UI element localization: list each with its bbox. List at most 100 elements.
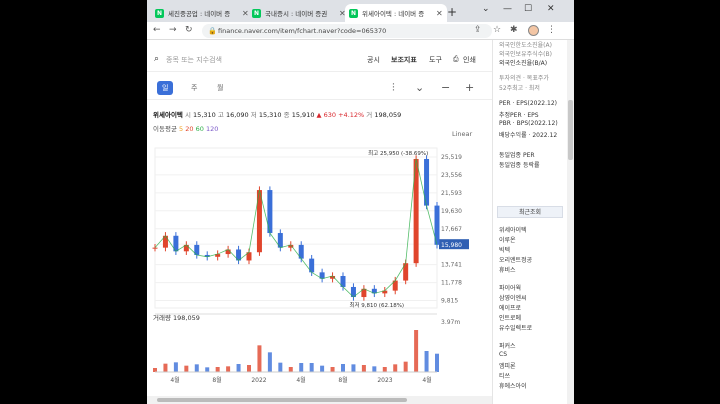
min-annotation: 최저 9,810 (62.18%) <box>349 301 404 309</box>
tools-menu[interactable]: 도구 <box>429 55 442 65</box>
recent-item[interactable]: 휴비스 <box>499 265 516 274</box>
new-tab-button[interactable]: + <box>447 5 457 19</box>
scroll-thumb[interactable] <box>568 100 573 160</box>
recent-item[interactable]: 엠피론 <box>499 361 516 370</box>
volume-bar <box>267 352 272 372</box>
zoom-out-button[interactable]: − <box>441 81 450 94</box>
print-menu[interactable]: 인쇄 <box>463 55 476 65</box>
close-window-icon[interactable]: ✕ <box>547 4 555 14</box>
url-text: finance.naver.com/item/fchart.naver?code… <box>218 27 387 35</box>
disclosure-menu[interactable]: 공시 <box>367 55 380 65</box>
zoom-in-button[interactable]: + <box>465 81 474 94</box>
close-tab-icon[interactable]: ✕ <box>436 9 443 18</box>
recent-item[interactable]: 퍼커스 <box>499 341 516 350</box>
volume-bar <box>393 364 398 372</box>
recent-item[interactable]: 에이프로 <box>499 303 521 312</box>
peer-item: 동일업종 PER <box>499 152 535 159</box>
y-tick-label: 9,815 <box>441 298 458 305</box>
y-tick-label: 15,980 <box>441 242 462 249</box>
ma20-label: 20 <box>185 125 194 133</box>
x-tick-label: 4월 <box>170 376 179 384</box>
horizontal-scrollbar[interactable] <box>147 396 492 404</box>
tab-domestic-market[interactable]: N 국내증시 : 네이버 증권 ✕ <box>248 4 350 22</box>
period-toolbar: 일 주 월 ⫶ ⌄ − + <box>147 78 492 100</box>
scale-mode-selector[interactable]: Linear <box>452 130 472 138</box>
max-annotation: 최고 25,950 (-38.69%) <box>368 149 428 157</box>
period-month-button[interactable]: 월 <box>217 83 223 93</box>
price-change: ▲ 630 <box>316 111 337 119</box>
period-week-button[interactable]: 주 <box>191 83 197 93</box>
indicator-menu[interactable]: 보조지표 <box>391 55 417 65</box>
lock-icon: 🔒 <box>208 27 217 35</box>
recent-item[interactable]: 유수일렉트로 <box>499 323 532 332</box>
price-summary: 위세아이텍 시 15,310 고 16,090 저 15,310 종 15,91… <box>153 111 402 119</box>
volume-bar <box>163 363 168 372</box>
tab-wiseitech[interactable]: N 위세아이텍 : 네이버 증 ✕ <box>345 4 447 22</box>
volume-bar <box>403 361 408 372</box>
candle-type-icon[interactable]: ⫶ <box>392 81 395 95</box>
y-tick-label: 11,778 <box>441 280 462 287</box>
tab-sejin[interactable]: N 세진중공업 : 네이버 증 ✕ <box>151 4 253 22</box>
search-icon[interactable]: ⌕ <box>154 54 159 64</box>
back-icon[interactable]: ← <box>153 25 161 35</box>
recent-item[interactable]: 빅텍 <box>499 245 510 254</box>
url-field[interactable]: 🔒 finance.naver.com/item/fchart.naver?co… <box>202 24 492 38</box>
financial-item: 추정PER · EPS <box>499 112 539 119</box>
recent-item[interactable]: 인트로메 <box>499 313 521 322</box>
period-day-button[interactable]: 일 <box>157 81 174 95</box>
recent-item[interactable]: 휴에스아이 <box>499 381 527 390</box>
browser-window: N 세진중공업 : 네이버 증 ✕ N 국내증시 : 네이버 증권 ✕ N 위세… <box>147 0 574 404</box>
financial-item: PER · EPS(2022.12) <box>499 100 558 107</box>
financial-item: 배당수익률 · 2022.12 <box>499 132 558 139</box>
recent-title[interactable]: 최근조회 <box>497 206 563 218</box>
volume-bar <box>361 365 366 372</box>
volume-bar <box>278 362 283 372</box>
share-icon[interactable]: ⇪ <box>474 25 482 35</box>
vertical-scrollbar[interactable] <box>567 40 574 404</box>
recent-item[interactable]: 오리엔트정공 <box>499 255 532 264</box>
bookmark-star-icon[interactable]: ☆ <box>493 25 501 35</box>
minimize-icon[interactable]: — <box>503 4 512 14</box>
chevron-down-icon[interactable]: ⌄ <box>415 81 424 94</box>
recent-item[interactable]: 위세아이텍 <box>499 225 527 234</box>
ma5-label: 5 <box>179 125 184 133</box>
forward-icon[interactable]: → <box>169 25 177 35</box>
volume-bar <box>236 364 241 372</box>
recent-item[interactable]: 이루온 <box>499 235 516 244</box>
opinion-item: 52주최고 · 최저 <box>499 85 540 92</box>
y-tick-label: 17,667 <box>441 226 462 233</box>
volume: 198,059 <box>374 111 402 119</box>
reload-icon[interactable]: ↻ <box>185 25 193 35</box>
moving-average-legend[interactable]: 이동평균 5 20 60 120 <box>153 123 218 133</box>
search-toolbar: ⌕ 종목 또는 지수검색 공시 보조지표 도구 ⎙ 인쇄 <box>147 46 492 72</box>
volume-bar <box>205 367 210 372</box>
financial-item: PBR · BPS(2022.12) <box>499 120 558 127</box>
volume-bar <box>435 353 439 372</box>
high-price: 16,090 <box>225 111 249 119</box>
x-tick-label: 4월 <box>422 376 431 384</box>
page-content: ⌕ 종목 또는 지수검색 공시 보조지표 도구 ⎙ 인쇄 일 주 월 ⫶ ⌄ −… <box>147 40 574 404</box>
print-icon[interactable]: ⎙ <box>453 55 459 64</box>
naver-favicon-icon: N <box>349 8 358 18</box>
price-change-pct: +4.12% <box>338 111 365 119</box>
x-tick-label: 8월 <box>212 376 221 384</box>
foreign-ownership-item: 외국인소진율(B/A) <box>499 60 548 67</box>
recent-item[interactable]: 파이어웍 <box>499 283 521 292</box>
x-tick-label: 4월 <box>296 376 305 384</box>
volume-bar <box>351 364 356 372</box>
extensions-icon[interactable]: ✱ <box>510 25 518 35</box>
price-chart[interactable]: 25,519 23,556 21,593 19,630 17,667 15,980 13,7… <box>147 140 492 386</box>
y-tick-label: 25,519 <box>441 154 462 161</box>
more-menu-icon[interactable]: ⋮ <box>547 25 556 35</box>
volume-bar <box>247 365 251 372</box>
maximize-icon[interactable]: ☐ <box>524 4 532 14</box>
volume-bar <box>226 366 231 372</box>
profile-avatar[interactable] <box>528 25 539 36</box>
volume-bar <box>382 367 387 372</box>
recent-item[interactable]: 티쓰 <box>499 371 510 380</box>
tab-search-icon[interactable]: ⌄ <box>482 4 490 14</box>
recent-item[interactable]: 삼영이엔씨 <box>499 293 527 302</box>
search-input[interactable]: 종목 또는 지수검색 <box>166 55 222 65</box>
recent-item[interactable]: CS <box>499 351 507 358</box>
scroll-thumb[interactable] <box>157 398 407 402</box>
